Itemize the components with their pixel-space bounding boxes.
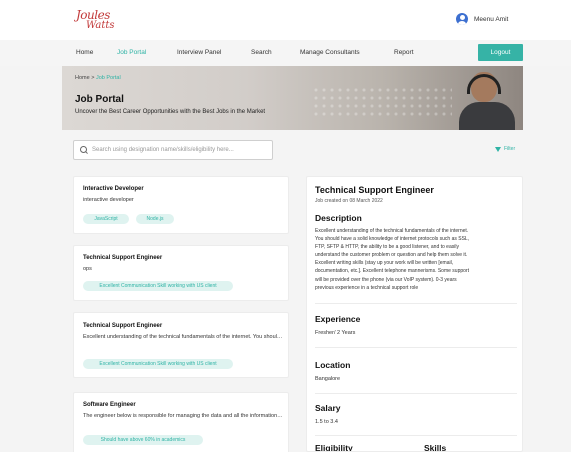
hero-person-image bbox=[457, 70, 515, 130]
job-card-description: The engineer below is responsible for ma… bbox=[83, 413, 283, 419]
top-bar: Joules Watts Meenu Amit bbox=[0, 0, 571, 40]
logout-button[interactable]: Logout bbox=[478, 44, 523, 61]
experience-value: Fresher/ 2 Years bbox=[315, 330, 356, 336]
divider bbox=[315, 303, 517, 304]
filter-button[interactable]: Filter bbox=[495, 146, 515, 152]
job-card-description-line1: Excellent understanding of the technical… bbox=[83, 334, 283, 340]
job-card-description: interactive developer bbox=[83, 197, 134, 203]
salary-heading: Salary bbox=[315, 403, 341, 413]
job-detail-panel: Technical Support Engineer Job created o… bbox=[306, 176, 523, 452]
nav-item-manage-consultants[interactable]: Manage Consultants bbox=[300, 49, 360, 56]
divider bbox=[315, 435, 517, 436]
user-avatar-icon bbox=[456, 13, 468, 25]
breadcrumb: Home > Job Portal bbox=[75, 75, 121, 81]
job-card-tag: Excellent Communication Skill working wi… bbox=[83, 359, 233, 369]
filter-label: Filter bbox=[504, 146, 516, 152]
description-line: FTP, SFTP & HTTP, the ability to be a go… bbox=[315, 244, 459, 251]
job-card-tag: JavaScript bbox=[83, 214, 129, 224]
description-line: Excellent writing skills (stay up your w… bbox=[315, 260, 454, 267]
detail-title: Technical Support Engineer bbox=[315, 185, 434, 195]
job-card-title: Interactive Developer bbox=[83, 186, 144, 192]
job-card-title: Technical Support Engineer bbox=[83, 255, 163, 261]
location-heading: Location bbox=[315, 360, 351, 370]
description-line: understand the customer problem or quest… bbox=[315, 252, 468, 259]
detail-created-date: Job created on 08 March 2022 bbox=[315, 198, 383, 204]
page-subtitle: Uncover the Best Career Opportunities wi… bbox=[75, 109, 266, 115]
user-menu[interactable]: Meenu Amit bbox=[456, 12, 508, 26]
breadcrumb-current: Job Portal bbox=[95, 75, 121, 81]
breadcrumb-separator: > bbox=[91, 75, 95, 81]
job-card[interactable]: Software Engineer The engineer below is … bbox=[73, 392, 289, 452]
hero-pattern bbox=[312, 86, 452, 116]
divider bbox=[315, 393, 517, 394]
breadcrumb-home[interactable]: Home bbox=[75, 75, 90, 81]
brand-logo-line2: Watts bbox=[86, 20, 115, 31]
nav-item-home[interactable]: Home bbox=[76, 49, 93, 56]
experience-heading: Experience bbox=[315, 314, 361, 324]
job-card-tag: Node.js bbox=[136, 214, 174, 224]
job-card[interactable]: Interactive Developer interactive develo… bbox=[73, 176, 289, 234]
nav-item-interview-panel[interactable]: Interview Panel bbox=[177, 49, 221, 56]
user-name: Meenu Amit bbox=[474, 15, 509, 23]
search-icon bbox=[80, 146, 88, 154]
nav-item-job-portal[interactable]: Job Portal bbox=[117, 49, 146, 56]
nav-item-search[interactable]: Search bbox=[251, 49, 272, 56]
description-line: Excellent understanding of the technical… bbox=[315, 228, 469, 234]
description-line: You should have a solid knowledge of int… bbox=[315, 236, 470, 243]
location-value: Bangalore bbox=[315, 376, 341, 382]
hero-banner bbox=[62, 66, 523, 130]
job-card[interactable]: Technical Support Engineer ops Excellent… bbox=[73, 245, 289, 301]
divider bbox=[315, 347, 517, 348]
nav-item-report[interactable]: Report bbox=[394, 49, 414, 56]
job-card-description: ops bbox=[83, 266, 92, 272]
brand-logo[interactable]: Joules Watts bbox=[76, 9, 118, 33]
description-line: previous experience in a technical suppo… bbox=[315, 284, 419, 291]
job-card-tag: Excellent Communication Skill working wi… bbox=[83, 281, 233, 291]
page-title: Job Portal bbox=[75, 94, 124, 105]
description-text: Excellent understanding of the technical… bbox=[315, 227, 520, 292]
headset-icon bbox=[467, 74, 501, 94]
search-placeholder: Search using designation name/skills/eli… bbox=[92, 147, 234, 153]
job-card-title: Software Engineer bbox=[83, 402, 136, 408]
skills-heading: Skills bbox=[424, 443, 447, 452]
salary-value: 1.5 to 3.4 bbox=[315, 419, 338, 425]
job-card-title: Technical Support Engineer bbox=[83, 323, 163, 329]
search-input[interactable]: Search using designation name/skills/eli… bbox=[73, 140, 273, 160]
filter-icon bbox=[495, 146, 501, 152]
description-line: documentation, etc.]. Excellent telephon… bbox=[315, 268, 469, 275]
job-card[interactable]: Technical Support Engineer Excellent und… bbox=[73, 312, 289, 378]
eligibility-heading: Eligibility bbox=[315, 443, 353, 452]
job-card-tag: Should have above 60% in academics bbox=[83, 435, 203, 445]
description-line: will be provided over the phone (via our… bbox=[315, 276, 457, 283]
description-heading: Description bbox=[315, 213, 362, 223]
